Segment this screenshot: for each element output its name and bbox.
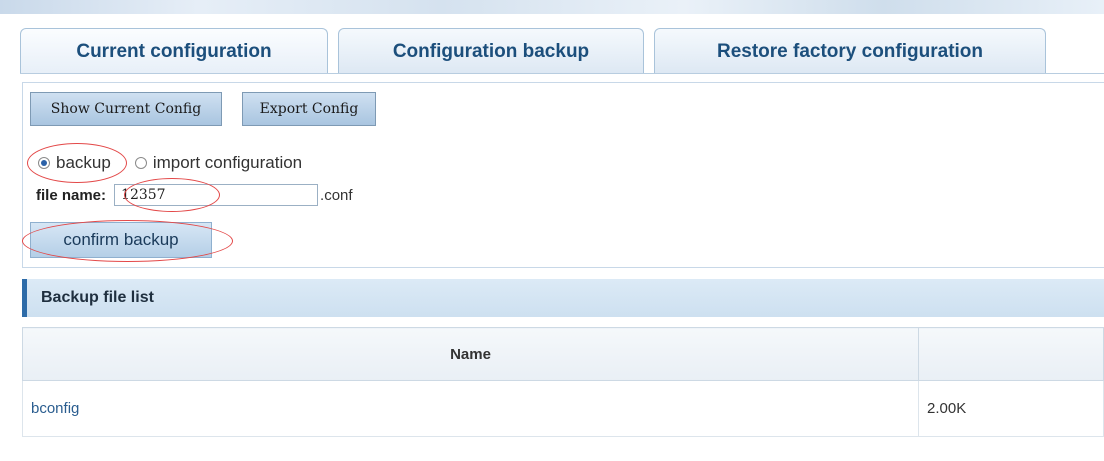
backup-file-name-cell: bconfig	[22, 380, 919, 437]
tab-restore-factory-configuration[interactable]: Restore factory configuration	[654, 28, 1046, 74]
import-configuration-radio[interactable]	[134, 157, 147, 169]
confirm-backup-button[interactable]: confirm backup	[30, 222, 212, 258]
backup-file-list-header: Backup file list	[22, 279, 1104, 317]
tab-bar: Current configuration Configuration back…	[20, 28, 1046, 74]
page: Current configuration Configuration back…	[0, 0, 1104, 461]
backup-radio-label[interactable]: backup	[56, 153, 111, 173]
backup-file-list-title: Backup file list	[41, 289, 154, 306]
file-name-row: file name: .conf	[36, 183, 353, 207]
column-header-name: Name	[22, 327, 919, 381]
table-header-row: Name	[22, 327, 1104, 381]
import-configuration-radio-label[interactable]: import configuration	[153, 153, 302, 173]
file-name-label: file name:	[36, 186, 107, 204]
backup-file-size-cell: 2.00K	[918, 380, 1104, 437]
backup-file-table: Name bconfig 2.00K	[22, 327, 1104, 437]
tab-divider	[20, 73, 1104, 74]
top-strip	[0, 0, 1104, 14]
show-current-config-button[interactable]: Show Current Config	[30, 92, 222, 126]
column-header-size	[918, 327, 1104, 381]
tab-current-configuration[interactable]: Current configuration	[20, 28, 328, 74]
tab-configuration-backup[interactable]: Configuration backup	[338, 28, 644, 74]
backup-file-link[interactable]: bconfig	[31, 400, 79, 417]
mode-radio-group: backup import configuration	[38, 152, 302, 174]
file-name-input[interactable]	[114, 184, 319, 206]
file-extension-label: .conf	[320, 186, 353, 204]
backup-radio[interactable]	[38, 157, 50, 169]
table-row: bconfig 2.00K	[22, 380, 1104, 437]
export-config-button[interactable]: Export Config	[242, 92, 376, 126]
